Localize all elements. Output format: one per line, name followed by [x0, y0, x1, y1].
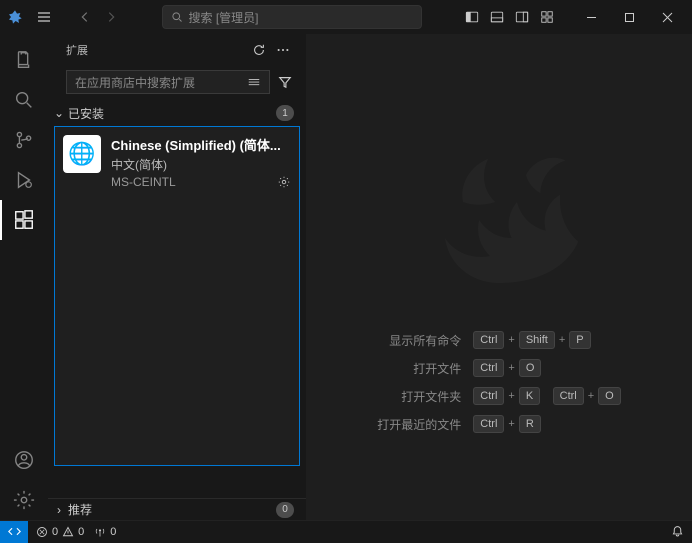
nav-back-button[interactable] — [74, 6, 96, 28]
extensions-search-placeholder: 在应用商店中搜索扩展 — [75, 74, 195, 91]
shortcut-keys: Ctrl+O — [473, 359, 620, 377]
recommended-section-header[interactable]: › 推荐 0 — [48, 498, 306, 520]
editor-watermark-logo — [409, 121, 589, 301]
toggle-panel-button[interactable] — [486, 6, 508, 28]
extension-description: 中文(简体) — [111, 156, 291, 173]
extension-item[interactable]: 🌐 Chinese (Simplified) (简体... 中文(简体) MS-… — [54, 126, 300, 466]
activity-run-debug[interactable] — [0, 160, 48, 200]
extensions-search-input[interactable]: 在应用商店中搜索扩展 — [66, 70, 270, 94]
chevron-right-icon: › — [52, 503, 66, 517]
shortcut-label: 打开文件 — [377, 360, 461, 377]
activity-settings[interactable] — [0, 480, 48, 520]
extension-publisher: MS-CEINTL — [111, 175, 176, 189]
bell-icon — [671, 525, 684, 538]
extension-manage-button[interactable] — [277, 175, 291, 189]
more-actions-button[interactable] — [276, 43, 290, 57]
activity-accounts[interactable] — [0, 440, 48, 480]
customize-layout-button[interactable] — [536, 6, 558, 28]
extensions-sidebar: 扩展 在应用商店中搜索扩展 ⌄ 已安装 1 🌐 Chinese (Simp — [48, 34, 306, 520]
shortcut-keys: Ctrl+Shift+P — [473, 331, 620, 349]
status-notifications[interactable] — [671, 525, 684, 538]
activity-bar — [0, 34, 48, 520]
status-ports[interactable]: 0 — [94, 526, 116, 538]
recommended-count-badge: 0 — [276, 502, 294, 518]
clear-icon[interactable] — [247, 75, 261, 89]
menu-button[interactable] — [32, 5, 56, 29]
extension-title: Chinese (Simplified) (简体... — [111, 135, 291, 154]
title-bar: 搜索 [管理员] — [0, 0, 692, 34]
installed-label: 已安装 — [68, 105, 104, 122]
extension-icon: 🌐 — [63, 135, 101, 173]
shortcut-label: 打开文件夹 — [377, 388, 461, 405]
sidebar-title: 扩展 — [66, 42, 88, 58]
recommended-label: 推荐 — [68, 501, 92, 518]
app-logo — [6, 8, 24, 26]
warning-icon — [62, 526, 74, 538]
shortcut-keys: Ctrl+R — [473, 415, 620, 433]
status-bar: 0 0 0 — [0, 520, 692, 542]
activity-extensions[interactable] — [0, 200, 48, 240]
remote-button[interactable] — [0, 521, 28, 543]
shortcuts-list: 显示所有命令 Ctrl+Shift+P 打开文件 Ctrl+O 打开文件夹 Ct… — [377, 331, 620, 433]
radio-tower-icon — [94, 526, 106, 538]
activity-search[interactable] — [0, 80, 48, 120]
activity-explorer[interactable] — [0, 40, 48, 80]
nav-forward-button[interactable] — [100, 6, 122, 28]
error-icon — [36, 526, 48, 538]
toggle-primary-sidebar-button[interactable] — [461, 6, 483, 28]
installed-section-header[interactable]: ⌄ 已安装 1 — [48, 102, 306, 124]
activity-source-control[interactable] — [0, 120, 48, 160]
search-placeholder: 搜索 [管理员] — [189, 9, 259, 26]
search-icon — [171, 11, 183, 23]
window-minimize-button[interactable] — [572, 0, 610, 34]
editor-area: 显示所有命令 Ctrl+Shift+P 打开文件 Ctrl+O 打开文件夹 Ct… — [306, 34, 692, 520]
window-close-button[interactable] — [648, 0, 686, 34]
window-maximize-button[interactable] — [610, 0, 648, 34]
shortcut-label: 打开最近的文件 — [377, 416, 461, 433]
chevron-down-icon: ⌄ — [52, 106, 66, 120]
toggle-secondary-sidebar-button[interactable] — [511, 6, 533, 28]
installed-count-badge: 1 — [276, 105, 294, 121]
shortcut-label: 显示所有命令 — [377, 332, 461, 349]
status-problems[interactable]: 0 0 — [36, 526, 84, 538]
filter-button[interactable] — [274, 70, 296, 94]
shortcut-keys: Ctrl+K Ctrl+O — [473, 387, 620, 405]
refresh-button[interactable] — [252, 43, 266, 57]
command-center-search[interactable]: 搜索 [管理员] — [162, 5, 422, 29]
